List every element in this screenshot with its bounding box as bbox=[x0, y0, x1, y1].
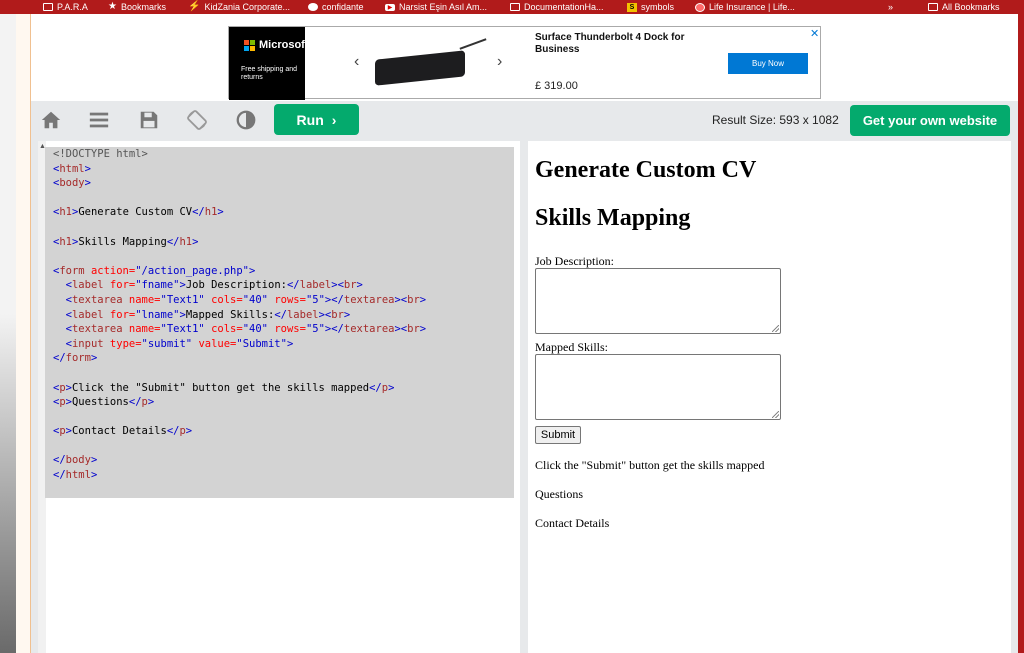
run-label: Run bbox=[296, 111, 324, 128]
bookmark-all-bookmarks[interactable]: All Bookmarks bbox=[928, 0, 1000, 14]
ad-brand-subtitle: Free shipping and returns bbox=[241, 66, 298, 81]
bookmarks-overflow-button[interactable]: » bbox=[888, 0, 893, 14]
resize-grip-icon[interactable] bbox=[772, 411, 779, 418]
result-heading-generate-cv: Generate Custom CV bbox=[535, 157, 757, 183]
ad-brand-panel: Microsoft Free shipping and returns bbox=[229, 27, 309, 100]
job-description-textarea[interactable] bbox=[535, 268, 781, 334]
code-line[interactable]: <!DOCTYPE html> bbox=[53, 147, 514, 162]
code-line[interactable]: <h1>Skills Mapping</h1> bbox=[53, 235, 514, 250]
code-line[interactable]: </body> bbox=[53, 453, 514, 468]
code-line[interactable]: <p>Contact Details</p> bbox=[53, 424, 514, 439]
bookmark-confidante[interactable]: confidante bbox=[308, 0, 364, 14]
folder-icon bbox=[43, 3, 53, 11]
code-line[interactable]: <p>Questions</p> bbox=[53, 395, 514, 410]
questions-paragraph: Questions bbox=[535, 487, 583, 501]
submit-button[interactable]: Submit bbox=[535, 426, 581, 444]
code-line[interactable]: <html> bbox=[53, 162, 514, 177]
ad-brand-name: Microsoft bbox=[259, 39, 309, 51]
rotate-orientation-icon[interactable] bbox=[186, 109, 208, 131]
code-line[interactable]: <p>Click the "Submit" button get the ski… bbox=[53, 381, 514, 396]
life-insurance-icon bbox=[695, 2, 705, 12]
more-chevron-icon: » bbox=[888, 2, 894, 12]
microsoft-logo-icon bbox=[244, 40, 256, 52]
code-editor-pane[interactable]: ▲ <!DOCTYPE html> <html> <body> <h1>Genera… bbox=[38, 141, 520, 653]
tryit-toolbar: Run › Result Size: 593 x 1082 Get your o… bbox=[31, 101, 1018, 138]
code-line[interactable]: <label for="lname">Mapped Skills:</label… bbox=[53, 308, 514, 323]
result-heading-skills-mapping: Skills Mapping bbox=[535, 205, 691, 231]
resize-grip-icon[interactable] bbox=[772, 325, 779, 332]
bookmark-para[interactable]: P.A.R.A bbox=[43, 0, 88, 14]
code-line[interactable]: <body> bbox=[53, 176, 514, 191]
job-description-label: Job Description: bbox=[535, 254, 614, 268]
code-line[interactable] bbox=[53, 191, 514, 206]
left-sidebar-strip bbox=[16, 14, 31, 653]
bookmark-kidzania[interactable]: ⚡ KidZania Corporate... bbox=[188, 0, 290, 14]
page-content: Microsoft Free shipping and returns ‹ › … bbox=[31, 14, 1018, 653]
code-line[interactable]: <form action="/action_page.php"> bbox=[53, 264, 514, 279]
mapped-skills-label: Mapped Skills: bbox=[535, 340, 609, 354]
split-panes: ▲ <!DOCTYPE html> <html> <body> <h1>Genera… bbox=[31, 138, 1018, 653]
home-icon[interactable] bbox=[40, 109, 62, 131]
code-line[interactable] bbox=[53, 410, 514, 425]
ad-price: £ 319.00 bbox=[535, 80, 578, 92]
youtube-icon: ▶ bbox=[385, 3, 395, 11]
get-your-own-website-button[interactable]: Get your own website bbox=[850, 105, 1010, 136]
ad-close-icon[interactable]: ✕ bbox=[810, 27, 819, 40]
code-editor[interactable]: <!DOCTYPE html> <html> <body> <h1>Generate… bbox=[45, 147, 514, 498]
result-preview-pane: Generate Custom CV Skills Mapping Job De… bbox=[528, 141, 1011, 653]
star-icon: ★ bbox=[108, 1, 117, 12]
code-line[interactable]: <textarea name="Text1" cols="40" rows="5… bbox=[53, 293, 514, 308]
code-line[interactable] bbox=[53, 249, 514, 264]
bookmark-bookmarks[interactable]: ★ Bookmarks bbox=[108, 0, 166, 14]
kidzania-icon: ⚡ bbox=[188, 1, 201, 12]
menu-icon[interactable] bbox=[88, 109, 110, 131]
ad-next-button[interactable]: › bbox=[497, 53, 502, 71]
advertisement-banner[interactable]: Microsoft Free shipping and returns ‹ › … bbox=[228, 26, 821, 100]
folder-icon bbox=[928, 3, 938, 11]
chevron-right-icon: › bbox=[331, 111, 337, 128]
bookmark-documentation[interactable]: DocumentationHa... bbox=[510, 0, 604, 14]
ad-buy-now-button[interactable]: Buy Now bbox=[728, 53, 808, 74]
code-line[interactable] bbox=[53, 439, 514, 454]
symbols-icon: S bbox=[627, 2, 637, 12]
code-line[interactable]: <h1>Generate Custom CV</h1> bbox=[53, 205, 514, 220]
code-line[interactable] bbox=[53, 366, 514, 381]
bookmark-narsist[interactable]: ▶ Narsist Eşin Asıl Am... bbox=[385, 0, 487, 14]
code-line[interactable]: </html> bbox=[53, 468, 514, 483]
mapped-skills-textarea[interactable] bbox=[535, 354, 781, 420]
save-icon[interactable] bbox=[138, 109, 160, 131]
ad-prev-button[interactable]: ‹ bbox=[354, 53, 359, 71]
bookmark-symbols[interactable]: Ssymbols bbox=[627, 0, 674, 14]
globe-icon bbox=[308, 3, 318, 11]
code-line[interactable]: </form> bbox=[53, 351, 514, 366]
bookmarks-bar: P.A.R.A ★ Bookmarks ⚡ KidZania Corporate..… bbox=[0, 0, 1024, 14]
theme-contrast-icon[interactable] bbox=[235, 109, 257, 131]
code-line[interactable] bbox=[53, 220, 514, 235]
code-line[interactable]: <textarea name="Text1" cols="40" rows="5… bbox=[53, 322, 514, 337]
folder-icon bbox=[510, 3, 520, 11]
run-button[interactable]: Run › bbox=[274, 104, 359, 135]
bookmark-life-insurance[interactable]: Life Insurance | Life... bbox=[695, 0, 795, 14]
left-window-edge bbox=[0, 14, 16, 653]
code-line[interactable]: <label for="fname">Job Description:</lab… bbox=[53, 278, 514, 293]
right-window-edge bbox=[1018, 14, 1024, 653]
ad-product-title[interactable]: Surface Thunderbolt 4 Dock for Business bbox=[535, 32, 705, 56]
contact-details-paragraph: Contact Details bbox=[535, 516, 610, 530]
result-size-label: Result Size: 593 x 1082 bbox=[712, 113, 839, 127]
instruction-paragraph: Click the "Submit" button get the skills… bbox=[535, 458, 765, 472]
product-image bbox=[375, 50, 465, 86]
code-line[interactable]: <input type="submit" value="Submit"> bbox=[53, 337, 514, 352]
product-cable bbox=[459, 38, 487, 50]
